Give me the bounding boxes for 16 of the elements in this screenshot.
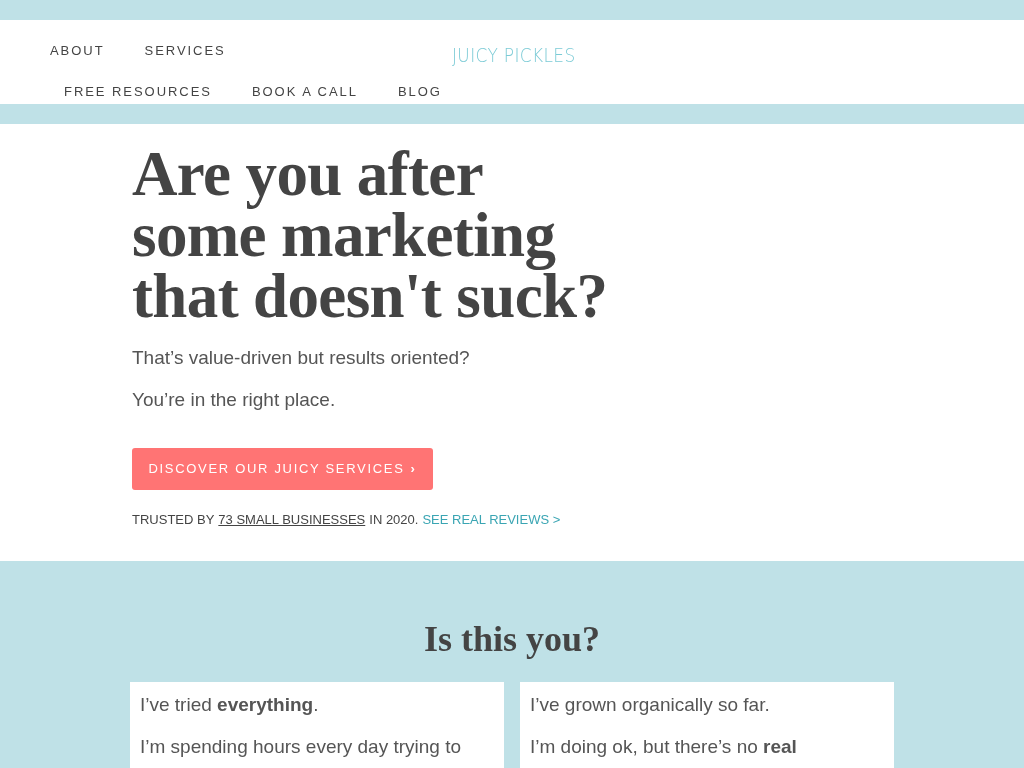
nav-link[interactable]: BLOG (397, 82, 442, 102)
section-heading: Is this you? (423, 619, 601, 659)
businesses-link[interactable]: 73 SMALL BUSINESSES (218, 510, 366, 530)
nav-link[interactable]: ABOUT (50, 41, 105, 61)
hero-text: You’re in the right place. (132, 388, 337, 412)
trust-text: TRUSTED BY (132, 511, 215, 529)
trust-text: IN 2020. (369, 511, 419, 529)
hero-heading: Are you after some marketing that doesn't suck? (132, 144, 609, 327)
card-text: I’m doing ok, but there’s no real (530, 735, 798, 759)
nav-link[interactable]: BOOK A CALL (251, 82, 358, 102)
hero-text: That’s value-driven but results oriented? (132, 346, 471, 370)
nav-link[interactable]: FREE RESOURCES (64, 82, 212, 102)
card-text: I’ve grown organically so far. (530, 693, 771, 717)
card-text: I’ve tried everything. (140, 693, 320, 717)
card-text: I’m spending hours every day trying to (140, 735, 463, 759)
nav-link[interactable]: SERVICES (144, 41, 226, 61)
